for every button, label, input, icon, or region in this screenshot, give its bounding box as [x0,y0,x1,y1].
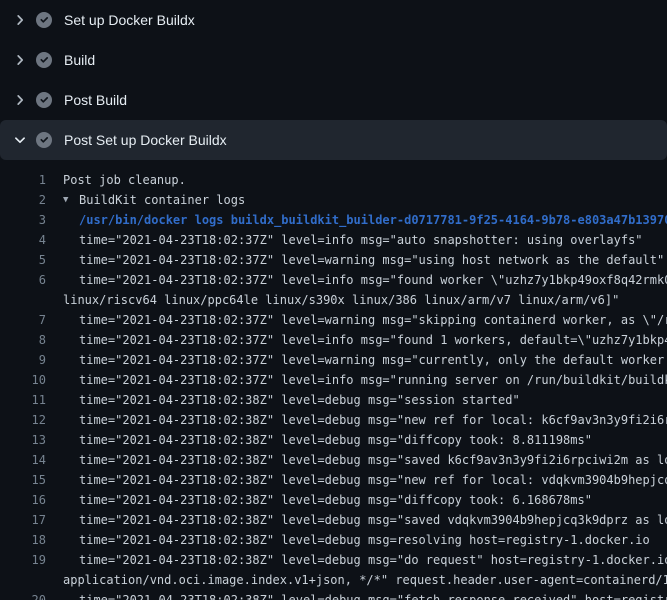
log-line-text: time="2021-04-23T18:02:38Z" level=debug … [79,590,667,600]
log-line-number[interactable]: 11 [0,390,46,410]
log-line: 14 time="2021-04-23T18:02:38Z" level=debu… [0,450,667,470]
log-line-number[interactable]: 3 [0,210,46,230]
log-line: 11 time="2021-04-23T18:02:38Z" level=debu… [0,390,667,410]
log-line-text: linux/riscv64 linux/ppc64le linux/s390x … [63,290,619,310]
log-line-number[interactable]: 19 [0,550,46,570]
log-line: 18 time="2021-04-23T18:02:38Z" level=debu… [0,530,667,550]
log-line-text: time="2021-04-23T18:02:38Z" level=debug … [79,410,667,430]
log-line-number[interactable]: 18 [0,530,46,550]
log-line-text: application/vnd.oci.image.index.v1+json,… [63,570,667,590]
step-label: Post Build [64,92,127,108]
log-line-text: time="2021-04-23T18:02:38Z" level=debug … [79,550,667,570]
check-circle-icon [36,52,52,68]
check-circle-icon [36,12,52,28]
log-line-number[interactable]: 2 [0,190,46,210]
log-line-number[interactable]: 5 [0,250,46,270]
log-line-text: time="2021-04-23T18:02:37Z" level=info m… [79,270,667,290]
log-line-number[interactable]: 6 [0,270,46,290]
log-viewer: 1 Post job cleanup. 2 ▼BuildKit container l… [0,160,667,600]
chevron-down-icon [12,132,28,148]
log-line: 2 ▼BuildKit container logs [0,190,667,210]
step-label: Set up Docker Buildx [64,12,195,28]
log-line-text: time="2021-04-23T18:02:38Z" level=debug … [79,530,650,550]
group-collapse-triangle-icon[interactable]: ▼ [63,190,79,210]
log-line-number[interactable]: 4 [0,230,46,250]
log-line-text: time="2021-04-23T18:02:37Z" level=warnin… [79,310,667,330]
chevron-right-icon [12,92,28,108]
step-label: Build [64,52,95,68]
step-row-post-setup-docker-buildx[interactable]: Post Set up Docker Buildx [0,120,667,160]
log-line-number[interactable]: 15 [0,470,46,490]
log-line: 5 time="2021-04-23T18:02:37Z" level=warni… [0,250,667,270]
log-line: 9 time="2021-04-23T18:02:37Z" level=warni… [0,350,667,370]
log-line: 19 time="2021-04-23T18:02:38Z" level=debu… [0,550,667,570]
log-line: 12 time="2021-04-23T18:02:38Z" level=debu… [0,410,667,430]
log-line-wrap: linux/riscv64 linux/ppc64le linux/s390x … [0,290,667,310]
log-line-text: time="2021-04-23T18:02:38Z" level=debug … [79,490,592,510]
log-line: 8 time="2021-04-23T18:02:37Z" level=info … [0,330,667,350]
log-line: 1 Post job cleanup. [0,170,667,190]
chevron-right-icon [12,12,28,28]
log-command-text: /usr/bin/docker logs buildx_buildkit_bui… [79,210,667,230]
check-circle-icon [36,132,52,148]
log-line: 10 time="2021-04-23T18:02:37Z" level=info… [0,370,667,390]
log-line-number [0,570,46,590]
log-line-number[interactable]: 9 [0,350,46,370]
log-line-text: time="2021-04-23T18:02:38Z" level=debug … [79,390,520,410]
log-line-number[interactable]: 16 [0,490,46,510]
log-line: 16 time="2021-04-23T18:02:38Z" level=debu… [0,490,667,510]
log-line: 7 time="2021-04-23T18:02:37Z" level=warni… [0,310,667,330]
log-line: 17 time="2021-04-23T18:02:38Z" level=debu… [0,510,667,530]
log-line-text: time="2021-04-23T18:02:38Z" level=debug … [79,510,667,530]
step-list: Set up Docker Buildx Build Post Build Po… [0,0,667,160]
log-line: 4 time="2021-04-23T18:02:37Z" level=info … [0,230,667,250]
log-line-text: BuildKit container logs [79,190,245,210]
check-circle-icon [36,92,52,108]
log-line: 15 time="2021-04-23T18:02:38Z" level=debu… [0,470,667,490]
log-line-number[interactable]: 12 [0,410,46,430]
log-line-text: time="2021-04-23T18:02:37Z" level=info m… [79,230,643,250]
step-row-build[interactable]: Build [0,40,667,80]
log-line-text: time="2021-04-23T18:02:37Z" level=warnin… [79,250,664,270]
step-row-setup-docker-buildx[interactable]: Set up Docker Buildx [0,0,667,40]
step-label: Post Set up Docker Buildx [64,132,227,148]
log-line-text: time="2021-04-23T18:02:37Z" level=info m… [79,330,667,350]
log-line-wrap: application/vnd.oci.image.index.v1+json,… [0,570,667,590]
log-line-text: Post job cleanup. [63,170,186,190]
log-line-number[interactable]: 10 [0,370,46,390]
log-line: 3/usr/bin/docker logs buildx_buildkit_bu… [0,210,667,230]
log-line-text: time="2021-04-23T18:02:38Z" level=debug … [79,450,667,470]
log-line: 20 time="2021-04-23T18:02:38Z" level=debu… [0,590,667,600]
log-line: 6 time="2021-04-23T18:02:37Z" level=info … [0,270,667,290]
log-line-text: time="2021-04-23T18:02:38Z" level=debug … [79,470,667,490]
log-line-number[interactable]: 13 [0,430,46,450]
log-line-number [0,290,46,310]
log-line-number[interactable]: 8 [0,330,46,350]
log-line-number[interactable]: 1 [0,170,46,190]
log-line-text: time="2021-04-23T18:02:38Z" level=debug … [79,430,592,450]
log-line-text: time="2021-04-23T18:02:37Z" level=warnin… [79,350,667,370]
log-line-number[interactable]: 14 [0,450,46,470]
chevron-right-icon [12,52,28,68]
log-line-number[interactable]: 20 [0,590,46,600]
log-line-number[interactable]: 7 [0,310,46,330]
log-line-text: time="2021-04-23T18:02:37Z" level=info m… [79,370,667,390]
log-line-number[interactable]: 17 [0,510,46,530]
step-row-post-build[interactable]: Post Build [0,80,667,120]
log-line: 13 time="2021-04-23T18:02:38Z" level=debu… [0,430,667,450]
